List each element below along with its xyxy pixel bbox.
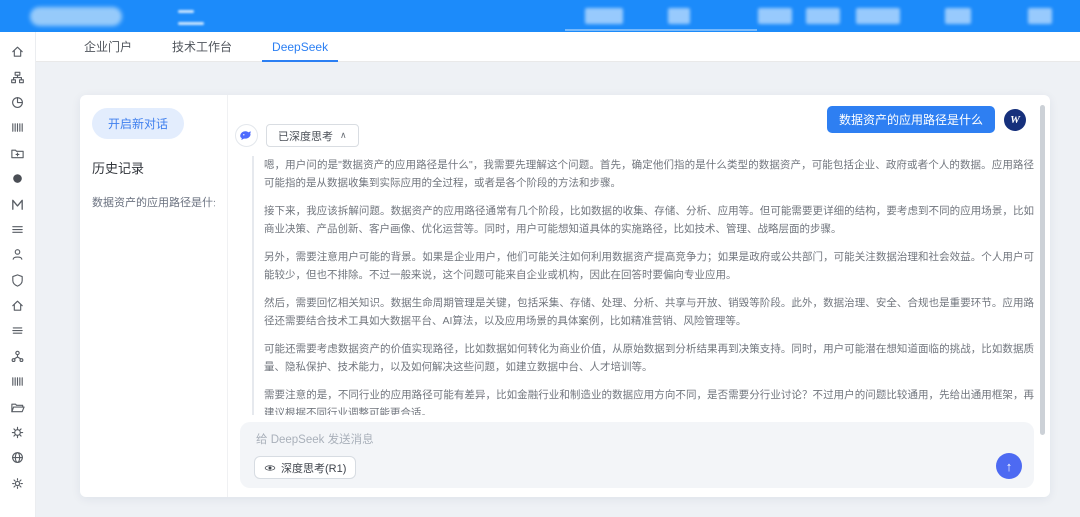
pie-chart-icon[interactable]: [5, 90, 31, 115]
tab-企业门户[interactable]: 企业门户: [70, 32, 146, 61]
user-avatar: W: [1004, 109, 1026, 131]
folder-add-icon[interactable]: [5, 141, 31, 166]
topbar-menu-item[interactable]: [945, 8, 971, 24]
reasoning-text-block: 嗯，用户问的是"数据资产的应用路径是什么"，我需要先理解这个问题。首先，确定他们…: [252, 156, 1034, 415]
whale-icon: [238, 127, 255, 144]
topbar-menu-item[interactable]: [758, 8, 792, 24]
network-icon[interactable]: [5, 344, 31, 369]
user-icon[interactable]: [5, 242, 31, 267]
tab-DeepSeek[interactable]: DeepSeek: [258, 32, 342, 61]
arrow-up-icon: ↑: [1006, 459, 1013, 474]
topbar-menu-item[interactable]: [1028, 8, 1052, 24]
workspace-tab-bar: 企业门户技术工作台 DeepSeek: [36, 32, 1080, 62]
message-input[interactable]: [256, 430, 974, 450]
topbar-menu-underline: [565, 29, 757, 31]
thought-paragraph: 嗯，用户问的是"数据资产的应用路径是什么"，我需要先理解这个问题。首先，确定他们…: [264, 156, 1034, 193]
user-message-bubble: 数据资产的应用路径是什么: [827, 106, 995, 133]
left-icon-sidebar: [0, 32, 36, 517]
home-icon[interactable]: [5, 39, 31, 64]
user-message-row: 数据资产的应用路径是什么 W: [827, 106, 1026, 133]
message-composer: 深度思考(R1) ↑: [240, 422, 1034, 488]
app-logo: [30, 7, 122, 26]
list-icon[interactable]: [5, 217, 31, 242]
thought-paragraph: 可能还需要考虑数据资产的价值实现路径，比如数据如何转化为商业价值，从原始数据到分…: [264, 340, 1034, 377]
thought-paragraph: 然后，需要回忆相关知识。数据生命周期管理是关键，包括采集、存储、处理、分析、共享…: [264, 294, 1034, 331]
chat-history-panel: 开启新对话 历史记录 数据资产的应用路径是什么: [80, 95, 228, 497]
topbar-menu-item[interactable]: [668, 8, 690, 24]
barcode-icon[interactable]: [5, 115, 31, 140]
new-chat-button[interactable]: 开启新对话: [92, 108, 184, 139]
badge-flower-icon[interactable]: [5, 420, 31, 445]
menu-toggle-icon[interactable]: [178, 10, 194, 13]
thought-paragraph: 需要注意的是，不同行业的应用路径可能有差异，比如金融行业和制造业的数据应用方向不…: [264, 386, 1034, 415]
tab-技术工作台[interactable]: 技术工作台: [158, 32, 246, 61]
thought-paragraph: 接下来，我应该拆解问题。数据资产的应用路径通常有几个阶段，比如数据的收集、存储、…: [264, 202, 1034, 239]
deep-thought-toggle[interactable]: 已深度思考 ∧: [266, 124, 359, 147]
globe-icon[interactable]: [5, 445, 31, 470]
gear-icon[interactable]: [5, 471, 31, 496]
topbar-menu-item[interactable]: [585, 8, 623, 24]
letter-m-icon[interactable]: [5, 191, 31, 216]
history-title: 历史记录: [92, 158, 215, 177]
deep-think-r1-button[interactable]: 深度思考(R1): [254, 456, 356, 479]
chat-scrollbar[interactable]: [1040, 105, 1045, 435]
deepseek-whale-avatar: [235, 124, 258, 147]
send-button[interactable]: ↑: [996, 453, 1022, 479]
dot-badge-icon[interactable]: [5, 166, 31, 191]
history-item[interactable]: 数据资产的应用路径是什么: [92, 194, 215, 210]
thought-paragraph: 另外，需要注意用户可能的背景。如果是企业用户，他们可能关注如何利用数据资产提高竞…: [264, 248, 1034, 285]
layers-icon[interactable]: [5, 318, 31, 343]
topbar-menu-item[interactable]: [856, 8, 900, 24]
topbar-menu-item[interactable]: [806, 8, 840, 24]
main-content-area: 开启新对话 历史记录 数据资产的应用路径是什么 数据资产的应用路径是什么 W 已…: [36, 62, 1080, 517]
shield-icon[interactable]: [5, 268, 31, 293]
org-structure-icon[interactable]: [5, 64, 31, 89]
barcode-alt-icon[interactable]: [5, 369, 31, 394]
menu-toggle-icon[interactable]: [178, 22, 204, 25]
folder-open-icon[interactable]: [5, 394, 31, 419]
deep-thought-toggle-label: 已深度思考: [278, 128, 333, 144]
top-navigation-bar: [0, 0, 1080, 32]
chat-card: 开启新对话 历史记录 数据资产的应用路径是什么 数据资产的应用路径是什么 W 已…: [80, 95, 1050, 497]
chevron-up-icon: ∧: [340, 130, 347, 141]
deep-think-label: 深度思考(R1): [281, 460, 346, 476]
deep-think-icon: [264, 462, 276, 474]
home-alt-icon[interactable]: [5, 293, 31, 318]
chat-conversation-area: 数据资产的应用路径是什么 W 已深度思考 ∧ 嗯，用户问的是"数据资产的应用路径…: [228, 95, 1050, 497]
